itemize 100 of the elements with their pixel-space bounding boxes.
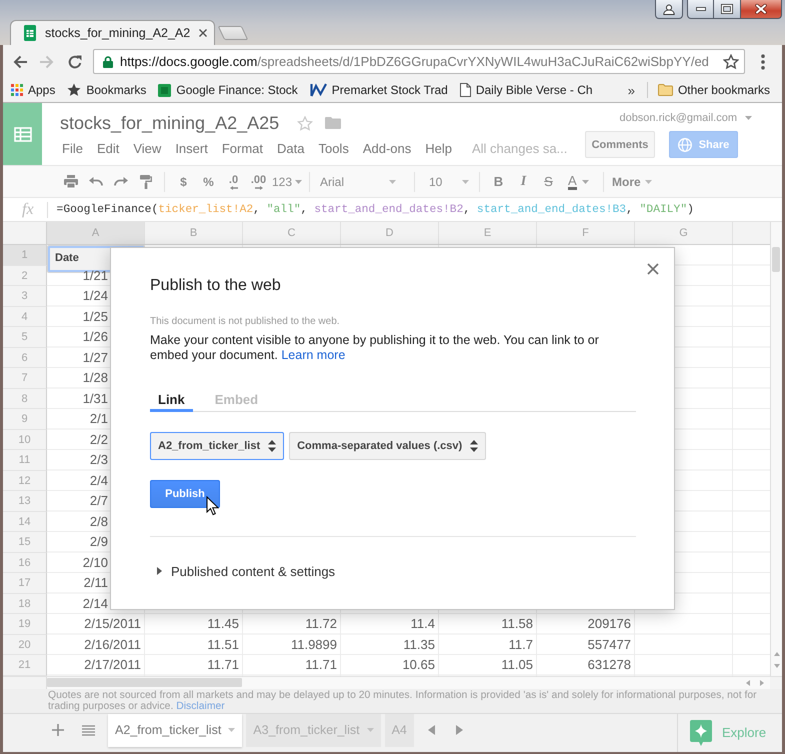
sheet-tab[interactable]: A4 [384,714,414,746]
row-number: 17 [3,573,47,594]
dialog-tab[interactable]: Link [150,390,193,412]
table-cell-text: 1/26 [82,328,109,346]
menu-item[interactable]: Tools [311,140,356,157]
menu-item[interactable]: Format [214,140,270,157]
menu-item[interactable]: Insert [168,140,215,157]
up-down-arrows-icon [268,440,276,452]
table-cell-text: 2/11 [82,574,109,592]
table-cell-text: 11.4 [410,615,436,633]
column-header[interactable]: B [145,222,243,244]
sheet-tab[interactable]: A2_from_ticker_list [108,714,242,746]
menu-item[interactable]: View [126,140,168,157]
comments-button[interactable]: Comments [585,131,655,158]
table-cell-text: 1/24 [82,287,109,305]
close-button[interactable] [741,0,782,19]
address-field[interactable]: https://docs.google.com/spreadsheets/d/1PbDZ6GGrupaCvrYXNyWIL4wuH3aCJuRaiC62wiSbpYY/ed [93,49,745,74]
font-dropdown[interactable]: Arial [316,170,408,194]
strikethrough-button[interactable]: S [536,170,561,194]
percent-button[interactable]: % [196,170,221,194]
bookmark-item[interactable]: Premarket Stock Trad [308,80,450,100]
close-icon [647,263,659,275]
caret-left-icon [428,725,436,735]
caret-down-icon [774,664,780,668]
bookmark-item[interactable]: Apps [9,80,58,100]
formula-field[interactable]: =GoogleFinance(ticker_list!A2, "all", start_and_end_dates!B2, start_and_end_dates!B3, "DAILY") [56,198,782,220]
menu-icon [761,54,765,70]
dialog-description: Make your content visible to anyone by publishing it to the web. You can link to or embed your document. Learn more [150,333,600,362]
bookmark-item[interactable]: Google Finance: Stock [156,80,300,100]
up-down-arrows-icon [470,440,478,452]
table-cell-text: 1/31 [82,390,109,408]
section-toggle[interactable]: Published content & settings [150,559,336,583]
mouse-pointer-icon [206,496,219,516]
formula-token: , [300,204,308,216]
row-number: 8 [3,388,47,409]
number-format-button[interactable]: 123 [271,170,303,194]
increase-decimals-button[interactable]: .00 [246,170,271,194]
share-button[interactable]: Share [669,131,738,158]
profile-button[interactable] [655,0,683,19]
explore-button[interactable]: Explore [677,714,782,752]
minimize-icon [696,7,706,11]
row-number: 1 [3,245,47,266]
menu-item[interactable]: File [55,140,90,157]
bookmark-item[interactable]: Bookmarks [65,80,148,100]
table-cell-text: 2/9 [88,533,109,551]
bookmark-page-button[interactable] [722,52,740,70]
menu-item[interactable]: Help [418,140,459,157]
spreadsheet-icon [24,25,36,41]
dialog-tab[interactable]: Embed [206,390,266,412]
globe-icon [678,138,692,152]
publish-button[interactable]: Publish [150,480,220,508]
table-cell-text: 1/27 [82,348,109,366]
maximize-button[interactable] [714,0,741,19]
folder-icon [658,84,673,96]
menu-item[interactable]: Data [270,140,312,157]
minimize-button[interactable] [687,0,714,19]
dropdown[interactable]: Comma-separated values (.csv) [289,432,486,460]
bookmark-folder[interactable]: Other bookmarks [656,80,772,100]
column-header[interactable]: G [635,222,733,244]
bold-button[interactable]: B [486,170,511,194]
formula-token: ticker_list!A2 [158,204,254,216]
table-cell-text: 1/28 [82,369,109,387]
column-header[interactable]: A [47,222,145,244]
menu-item[interactable]: Edit [90,140,126,157]
column-header[interactable]: E [439,222,537,244]
decrease-decimals-button[interactable]: .0 [221,170,246,194]
formula-token: , [253,204,261,216]
currency-button[interactable]: $ [171,170,196,194]
more-button[interactable]: More [610,170,658,194]
table-cell-text: 2/1 [88,410,109,428]
new-tab-button[interactable] [218,26,248,40]
scrollbar-thumb[interactable] [772,247,780,272]
column-header[interactable]: F [537,222,635,244]
undo-icon [88,177,102,186]
disclaimer-link[interactable]: Disclaimer [176,701,225,712]
document-title[interactable]: stocks_for_mining_A2_A25 [55,112,280,134]
account-menu[interactable]: dobson.rick@gmail.com [619,111,752,125]
bookmarks-overflow-button[interactable]: » [624,80,639,100]
caret-right-icon [456,725,464,735]
column-header[interactable]: D [341,222,439,244]
zigzag-line-icon [310,83,327,97]
font-size-dropdown[interactable]: 10 [421,170,473,194]
bookmark-item[interactable]: Daily Bible Verse - Ch [458,80,595,100]
table-cell-text: 2/7 [88,492,109,510]
dropdown[interactable]: A2_from_ticker_list [150,432,284,460]
italic-button[interactable]: I [511,170,536,194]
plus-icon [52,724,64,736]
text-color-button[interactable]: A [561,170,597,194]
caret-down-icon [366,728,374,732]
menu-item[interactable]: Add-ons [356,140,418,157]
table-cell-text: 209176 [586,615,632,633]
browser-tab[interactable]: stocks_for_mining_A2_A2 [10,20,215,45]
learn-more-link[interactable]: Learn more [281,348,346,362]
scrollbar-thumb[interactable] [47,678,242,687]
formula-token: , [626,204,634,216]
app-logo[interactable] [3,103,42,165]
sheet-tab[interactable]: A3_from_ticker_list [246,714,381,746]
scroll-tabs-left-button[interactable] [426,722,438,738]
table-cell-text: 557477 [586,636,632,654]
column-header[interactable]: C [243,222,341,244]
